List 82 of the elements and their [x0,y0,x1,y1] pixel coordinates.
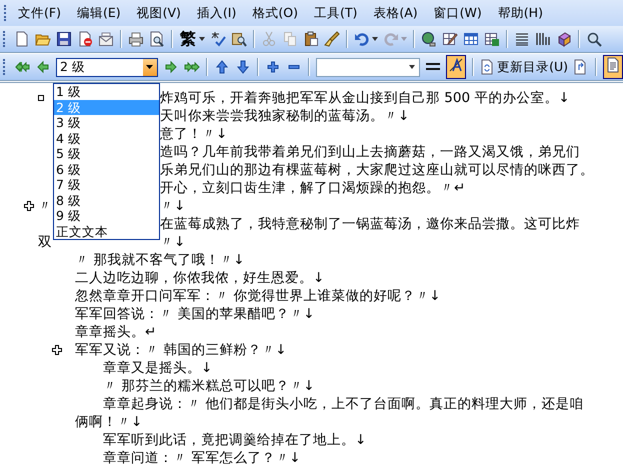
save-icon[interactable] [56,31,72,47]
up-arrow-icon[interactable] [214,59,230,75]
menu-item[interactable]: 插入(I) [188,2,244,24]
dropdown-option[interactable]: 正文文本 [54,224,159,239]
mail-icon[interactable] [98,31,114,47]
document-text: 开心，立刻口齿生津，解了口渴烦躁的抱怨。〃↵ [160,179,466,197]
print-preview-icon[interactable] [149,31,165,47]
double-right-arrow-icon[interactable] [184,59,200,75]
zoom-icon[interactable] [586,31,602,47]
document-text: 章章问道：〃 军军怎么了？〃↓ [103,449,301,467]
document-text: 〃 那我就不客气了哦！〃↓ [75,251,245,269]
refresh-document-icon [480,59,494,75]
caret-icon[interactable] [409,65,416,69]
menu-item[interactable]: 工具(T) [306,2,366,24]
outline-view-button[interactable] [603,55,623,79]
menu-item[interactable]: 编辑(E) [68,2,129,24]
document-text: 章章起身说：〃 他们都是街头小吃，上不了台面啊。真正的料理大师，还是咱 [103,395,584,413]
spelling-check-icon[interactable] [210,31,226,47]
undo-icon[interactable] [354,31,370,47]
dropdown-option[interactable]: 8 级 [54,192,159,208]
document-text: 造吗？几年前我带着弟兄们到山上去摘蘑菇，一路又渴又饿，弟兄们 [160,143,580,161]
double-left-arrow-icon[interactable] [14,59,30,75]
document-text: 军军听到此话，竟把调羹给掉在了地上。↓ [103,431,366,449]
traditional-chinese-button[interactable]: 繁 [179,28,197,50]
dropdown-option[interactable]: 7 级 [54,177,159,192]
caret-icon[interactable] [146,65,154,69]
document-restricted-icon[interactable] [77,31,93,47]
document-text: 军军回答说：〃 美国的苹果醋吧？〃↓ [75,305,315,323]
outline-level-combo[interactable]: 2 级 [56,58,158,76]
vertical-bars-icon[interactable] [535,31,551,47]
columns-icon[interactable] [514,31,530,47]
right-arrow-icon[interactable] [162,59,179,75]
caret-icon[interactable] [372,37,378,41]
format-a-icon [448,57,464,73]
menu-item[interactable]: 视图(V) [128,2,189,24]
dropdown-option[interactable]: 1 级 [54,84,159,100]
document-text: 〃 [38,197,52,215]
dropdown-option[interactable]: 5 级 [54,146,159,162]
print-icon[interactable] [128,31,144,47]
document-text: 乐弟兄们山的那边有棵蓝莓树，大家爬过这座山就可以尽情的咪西了。 [160,161,594,179]
document-text: 意了！〃↓ [160,125,228,143]
document-text: 忽然章章开口问军军：〃 你觉得世界上谁菜做的好呢？〃↓ [75,287,441,305]
dropdown-option[interactable]: 9 级 [54,208,159,224]
document-text: 双 [38,233,52,251]
outline-plus-icon[interactable] [52,345,62,355]
menu-item[interactable]: 文件(F) [10,2,69,24]
menu-item[interactable]: 帮助(H) [490,2,551,24]
spreadsheet-icon[interactable] [484,31,500,47]
globe-link-icon[interactable] [421,31,437,47]
shapes-icon[interactable] [556,31,572,47]
document-text: 〃↓ [160,197,186,215]
document-text: 〃 那芬兰的糯米糕总可以吧？〃↓ [103,377,315,395]
table-pencil-icon[interactable] [442,31,458,47]
document-text: 章章摇头。↵ [75,323,156,341]
document-text: 炸鸡可乐，开着奔驰把军军从金山接到自己那 500 平的办公室。↓ [160,89,570,107]
dropdown-option[interactable]: 6 级 [54,162,159,177]
outline-square-icon[interactable] [38,95,44,101]
document-text: 在蓝莓成熟了，我特意秘制了一锅蓝莓汤，邀你来品尝撒。这可比炸 [160,215,580,233]
clipboard-icon[interactable] [303,31,319,47]
outline-plus-icon[interactable] [24,201,34,211]
paintbrush-icon[interactable] [324,31,340,47]
document-text: 天叫你来尝尝我独家秘制的蓝莓汤。〃↓ [160,107,410,125]
document-text: 军军又说：〃 韩国的三鲜粉？〃↓ [75,341,287,359]
caret-icon[interactable] [199,37,205,41]
table-icon[interactable] [463,31,479,47]
document-text: 〃↓ [160,233,186,251]
document-text: 二人边吃边聊，你侬我侬，好生恩爱。↓ [75,269,324,287]
menu-item[interactable]: 窗口(W) [426,2,490,24]
update-toc-button[interactable]: 更新目录(U) [480,58,568,76]
document-text: 章章又是摇头。↓ [103,359,212,377]
menu-item[interactable]: 格式(O) [244,2,306,24]
dropdown-option[interactable]: 4 级 [54,130,159,146]
show-formatting-button[interactable] [446,55,466,79]
dropdown-option[interactable]: 3 级 [54,115,159,130]
new-document-icon[interactable] [14,31,30,47]
document-text: 俩啊！〃↓ [75,413,142,431]
left-arrow-icon[interactable] [34,59,51,75]
down-arrow-icon[interactable] [234,59,251,75]
document-icon [605,57,622,73]
menu-item[interactable]: 表格(A) [365,2,426,24]
research-icon[interactable] [231,31,247,47]
expand-plus-icon[interactable] [264,59,281,75]
